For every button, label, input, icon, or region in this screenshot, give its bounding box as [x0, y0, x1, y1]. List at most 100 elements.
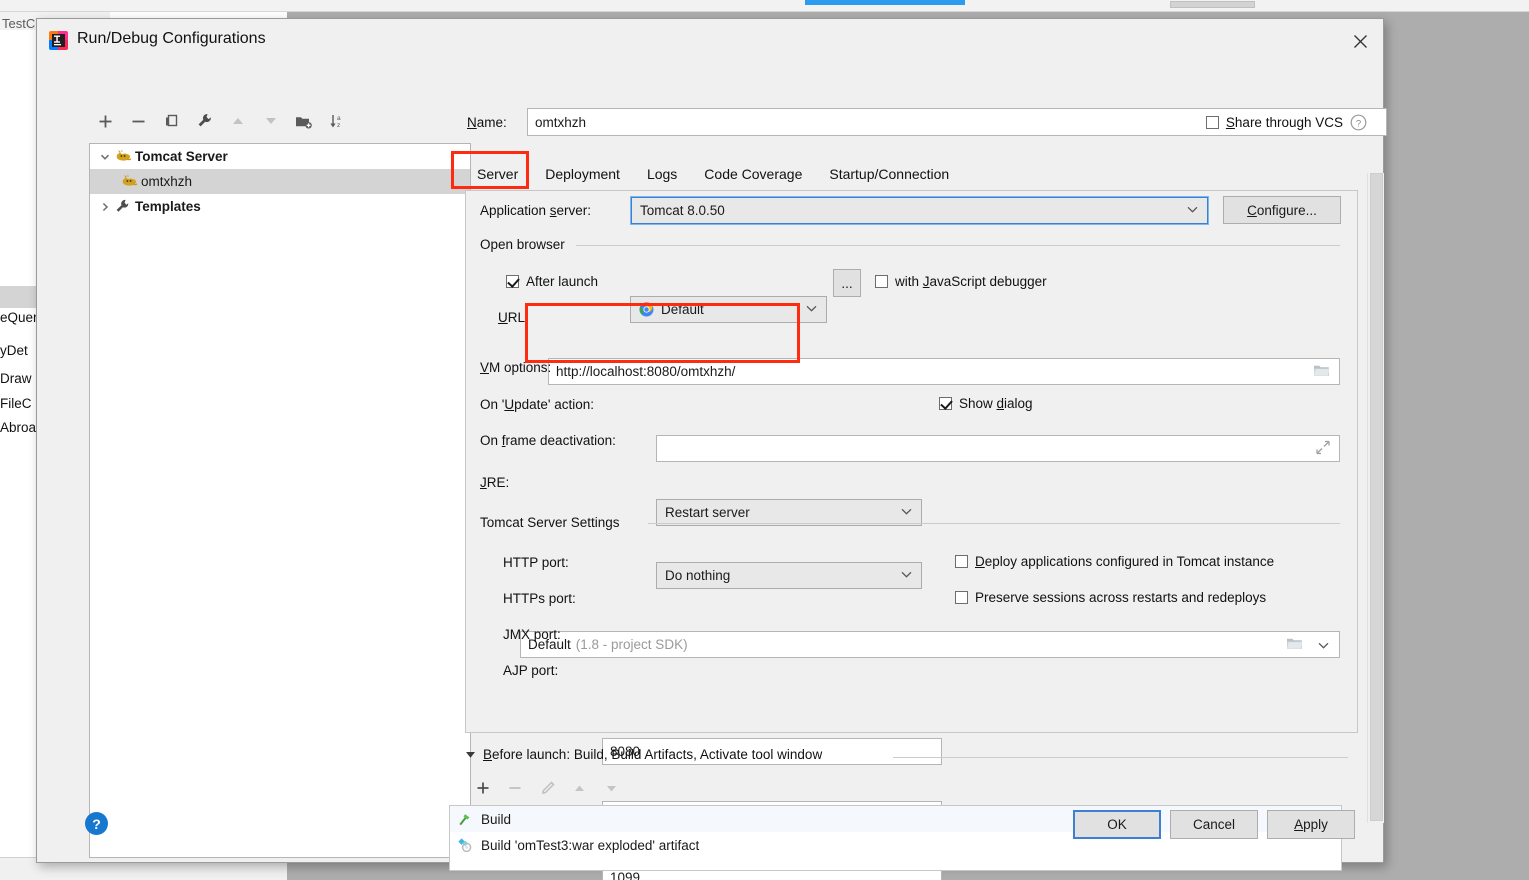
- tab-deployment[interactable]: Deployment: [533, 166, 635, 189]
- wrench-icon: [114, 199, 132, 215]
- tree-toolbar: a z: [89, 107, 359, 135]
- preserve-sessions-checkbox[interactable]: [955, 591, 968, 604]
- browser-value: Default: [661, 302, 704, 317]
- tab-logs[interactable]: Logs: [635, 166, 692, 189]
- configurations-tree[interactable]: Tomcat Server omtxhzh Templates: [89, 143, 471, 858]
- deploy-applications-label: Deploy applications configured in Tomcat…: [975, 554, 1275, 569]
- folder-icon[interactable]: [1313, 363, 1330, 380]
- show-dialog-row: Show dialog: [939, 396, 1033, 411]
- chevron-down-icon[interactable]: [96, 152, 114, 162]
- share-through-vcs-checkbox[interactable]: [1205, 115, 1219, 129]
- configuration-editor-pane: Name: omtxhzh Share through VCS ? Server…: [449, 63, 1387, 880]
- jre-input[interactable]: Default (1.8 - project SDK): [520, 631, 1340, 658]
- vm-options-input[interactable]: [656, 435, 1340, 462]
- add-task-button[interactable]: [467, 775, 499, 801]
- wrench-icon[interactable]: [188, 108, 221, 134]
- content-scrollbar-thumb[interactable]: [1370, 173, 1383, 821]
- remove-configuration-button[interactable]: [122, 108, 155, 134]
- tree-node-templates[interactable]: Templates: [90, 194, 470, 219]
- close-icon[interactable]: [1337, 19, 1383, 63]
- intellij-idea-icon: [49, 31, 68, 50]
- tree-node-label: Templates: [135, 199, 201, 214]
- group-divider: [576, 245, 1340, 246]
- background-list-item: FileC: [0, 396, 32, 411]
- copy-configuration-button[interactable]: [155, 108, 188, 134]
- url-label: URL:: [498, 310, 529, 325]
- background-editor-tab-label: TestC: [2, 16, 36, 31]
- application-server-value: Tomcat 8.0.50: [640, 203, 725, 218]
- before-launch-toolbar: [467, 775, 627, 801]
- before-launch-header-label: Before launch: Build, Build Artifacts, A…: [483, 747, 823, 762]
- svg-text:z: z: [337, 122, 340, 129]
- background-list-item: eQuer: [0, 310, 38, 325]
- preserve-sessions-label: Preserve sessions across restarts and re…: [975, 590, 1267, 605]
- application-server-label: Application server:: [480, 203, 592, 218]
- deploy-applications-checkbox[interactable]: [955, 555, 968, 568]
- tree-node-label: Tomcat Server: [135, 149, 228, 164]
- on-frame-deactivation-value: Do nothing: [665, 568, 731, 583]
- tab-startup-connection[interactable]: Startup/Connection: [817, 166, 964, 189]
- add-configuration-button[interactable]: [89, 108, 122, 134]
- task-move-down-button[interactable]: [595, 775, 627, 801]
- folder-add-icon[interactable]: [287, 108, 320, 134]
- on-update-action-combo[interactable]: Restart server: [656, 499, 922, 526]
- content-scrollbar-track[interactable]: [1367, 173, 1384, 823]
- tab-code-coverage[interactable]: Code Coverage: [692, 166, 817, 189]
- dialog-footer: ? OK Cancel Apply: [37, 800, 1383, 862]
- on-frame-deactivation-label: On frame deactivation:: [480, 433, 616, 448]
- after-launch-checkbox[interactable]: [506, 275, 519, 288]
- apply-button[interactable]: Apply: [1267, 810, 1355, 839]
- http-port-label: HTTP port:: [503, 555, 569, 570]
- svg-text:?: ?: [1356, 118, 1361, 129]
- jmx-port-value: 1099: [610, 870, 641, 880]
- name-input-value: omtxhzh: [535, 114, 587, 130]
- browser-ellipsis-button[interactable]: ...: [833, 269, 861, 297]
- show-dialog-checkbox[interactable]: [939, 397, 952, 410]
- background-list-item: Abroa: [0, 420, 37, 435]
- before-launch-header[interactable]: Before launch: Build, Build Artifacts, A…: [465, 747, 822, 762]
- remove-task-button[interactable]: [499, 775, 531, 801]
- after-launch-row: After launch: [506, 274, 598, 289]
- application-server-combo[interactable]: Tomcat 8.0.50: [630, 196, 1209, 225]
- cancel-button[interactable]: Cancel: [1170, 810, 1258, 839]
- configuration-tabs: Server Deployment Logs Code Coverage Sta…: [465, 155, 1365, 189]
- ok-button[interactable]: OK: [1073, 810, 1161, 839]
- browser-combo[interactable]: Default: [630, 296, 827, 323]
- move-up-button[interactable]: [221, 108, 254, 134]
- ajp-port-label: AJP port:: [503, 663, 559, 678]
- chevron-right-icon[interactable]: [96, 202, 114, 212]
- tree-node-label: omtxhzh: [141, 174, 193, 189]
- folder-icon[interactable]: [1286, 636, 1303, 653]
- jre-value-hint: (1.8 - project SDK): [575, 637, 688, 652]
- help-circle-outline-icon[interactable]: ?: [1350, 114, 1367, 131]
- tomcat-icon: [120, 174, 138, 190]
- on-frame-deactivation-combo[interactable]: Do nothing: [656, 562, 922, 589]
- dialog-body: a z Tomcat Server omtxhzh Templates Name…: [37, 63, 1387, 880]
- footer-buttons: OK Cancel Apply: [1073, 810, 1355, 839]
- server-tab-panel: Application server: Tomcat 8.0.50 Config…: [465, 190, 1358, 880]
- background-toolbar-strip: [0, 0, 1529, 12]
- jmx-port-label: JMX port:: [503, 627, 561, 642]
- url-input[interactable]: http://localhost:8080/omtxhzh/: [548, 358, 1340, 385]
- triangle-down-icon[interactable]: [465, 750, 476, 759]
- pencil-icon[interactable]: [531, 775, 563, 801]
- tab-server[interactable]: Server: [465, 166, 533, 189]
- sort-az-icon[interactable]: a z: [320, 108, 353, 134]
- chevron-down-icon[interactable]: [1318, 637, 1329, 652]
- deploy-applications-row: Deploy applications configured in Tomcat…: [955, 554, 1274, 569]
- js-debugger-checkbox[interactable]: [875, 275, 888, 288]
- background-toolbar-button: [1170, 1, 1255, 8]
- tomcat-settings-group-label: Tomcat Server Settings: [480, 515, 620, 530]
- after-launch-label: After launch: [526, 274, 599, 289]
- tree-node-omtxhzh[interactable]: omtxhzh: [90, 169, 470, 194]
- expand-diagonal-icon[interactable]: [1316, 440, 1330, 457]
- move-down-button[interactable]: [254, 108, 287, 134]
- tree-node-tomcat-server[interactable]: Tomcat Server: [90, 144, 470, 169]
- task-move-up-button[interactable]: [563, 775, 595, 801]
- js-debugger-row: with JavaScript debugger: [875, 274, 1047, 289]
- help-circle-icon[interactable]: ?: [85, 812, 108, 835]
- dialog-title: Run/Debug Configurations: [77, 30, 266, 47]
- configure-button[interactable]: Configure...: [1223, 196, 1341, 224]
- https-port-label: HTTPs port:: [503, 591, 576, 606]
- share-through-vcs-row: Share through VCS ?: [1205, 107, 1367, 137]
